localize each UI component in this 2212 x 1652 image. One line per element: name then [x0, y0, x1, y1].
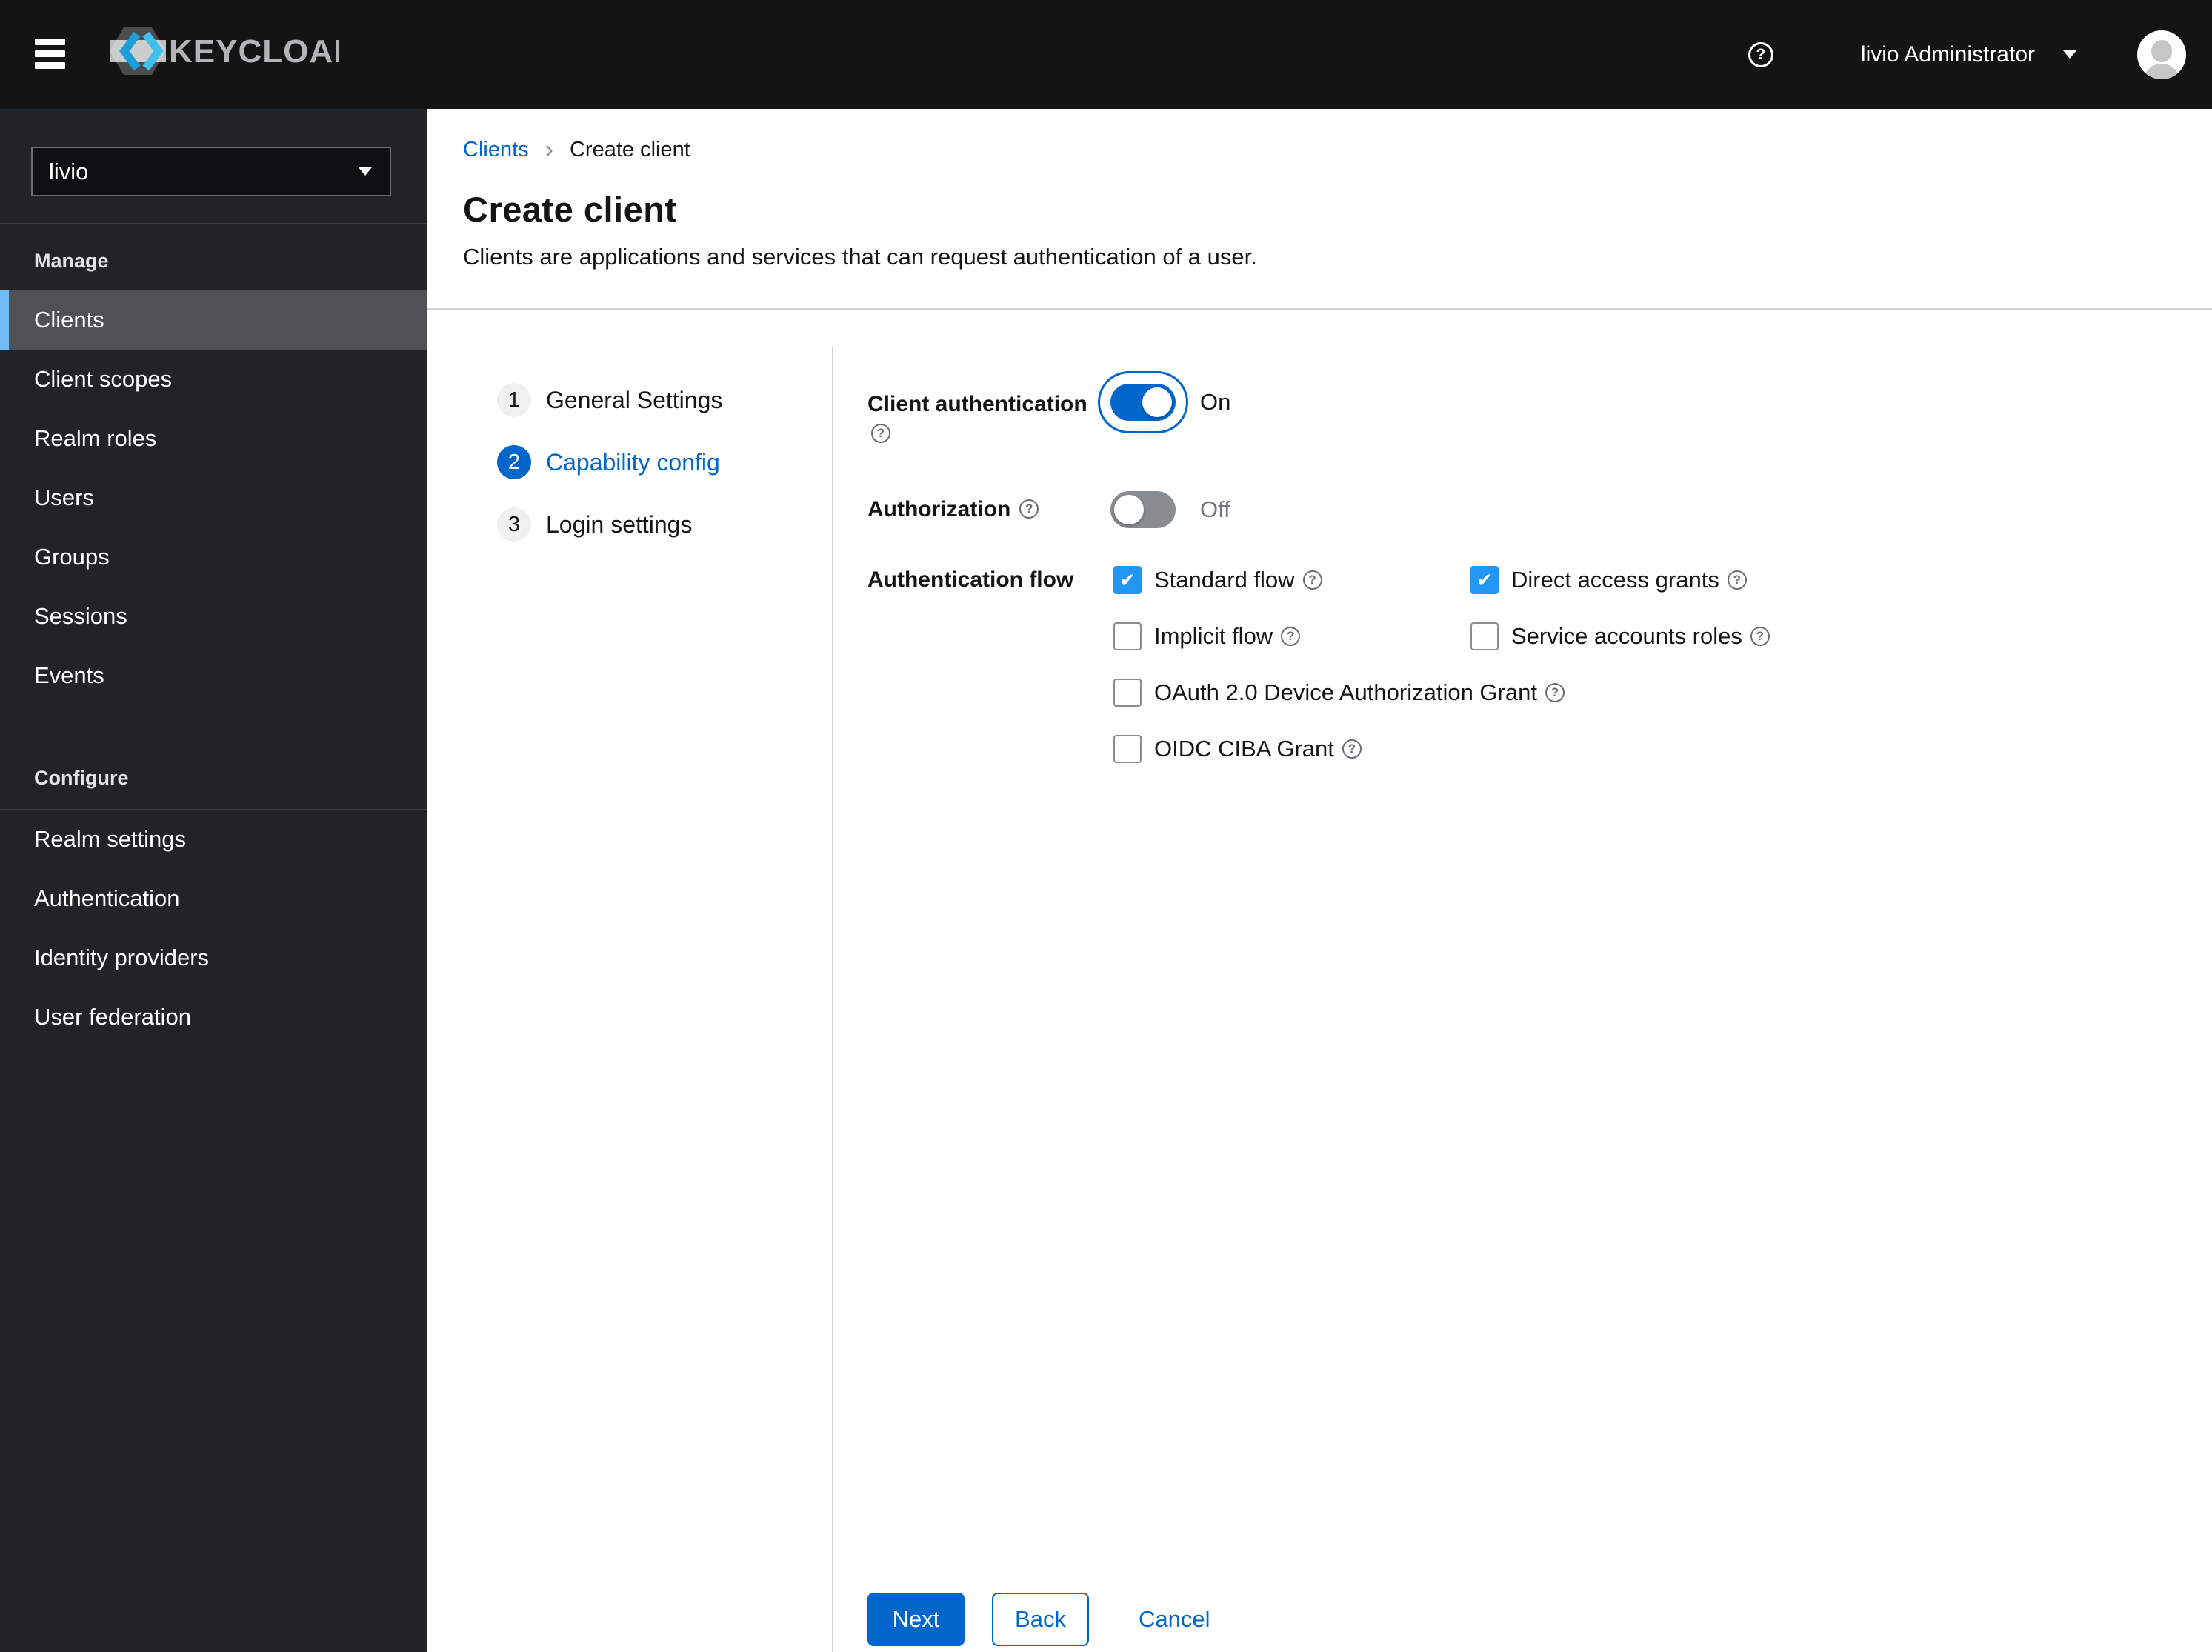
step-number: 2 — [497, 445, 531, 479]
sidebar-item-authentication[interactable]: Authentication — [0, 869, 427, 928]
authorization-label: Authorization? — [867, 496, 1039, 524]
hamburger-icon — [35, 39, 65, 45]
auth-flow-option: Implicit flow ? — [1113, 622, 1470, 650]
sidebar-item-client-scopes[interactable]: Client scopes — [0, 350, 427, 409]
masthead: KEYCLOAK ? livio Administrator — [0, 0, 2212, 109]
auth-flow-option: Service accounts roles ? — [1470, 622, 1930, 650]
direct-access-grants-help-icon[interactable]: ? — [1727, 570, 1747, 590]
logo-wordmark: KEYCLOAK — [169, 33, 339, 70]
realm-selector[interactable]: livio — [31, 147, 391, 196]
next-button[interactable]: Next — [867, 1593, 965, 1646]
header-divider — [427, 308, 2212, 310]
authorization-help-icon[interactable]: ? — [1019, 499, 1039, 519]
client-authentication-toggle[interactable] — [1098, 371, 1188, 433]
client-authentication-value: On — [1200, 389, 1231, 415]
sidebar-divider — [0, 223, 427, 224]
sidebar-item-realm-roles[interactable]: Realm roles — [0, 409, 427, 468]
configure-nav-list: Realm settings Authentication Identity p… — [0, 810, 427, 1047]
authorization-toggle[interactable] — [1110, 491, 1176, 528]
implicit-flow-help-icon[interactable]: ? — [1281, 627, 1301, 646]
sidebar-item-groups[interactable]: Groups — [0, 527, 427, 587]
nav-section-configure: Configure — [34, 767, 129, 789]
wizard-footer: Next Back Cancel — [867, 1593, 1210, 1646]
client-authentication-help-icon[interactable]: ? — [871, 424, 890, 443]
avatar[interactable] — [2137, 30, 2186, 79]
masthead-toolbar: ? livio Administrator — [1748, 0, 2212, 109]
wizard-steps: 1 General Settings 2 Capability config 3… — [497, 383, 722, 542]
chevron-right-icon: › — [544, 136, 553, 164]
wizard-nav-divider — [832, 347, 833, 1652]
auth-flow-option: OIDC CIBA Grant ? — [1113, 735, 1470, 763]
keycloak-logo: KEYCLOAK — [110, 27, 357, 75]
client-authentication-label: Client authentication — [867, 392, 1087, 416]
breadcrumb-clients-link[interactable]: Clients — [463, 138, 529, 162]
keycloak-admin-console: KEYCLOAK ? livio Administrator livio Man… — [0, 0, 2212, 1652]
breadcrumb-current: Create client — [569, 137, 690, 161]
oidc-ciba-grant-help-icon[interactable]: ? — [1342, 739, 1362, 759]
help-icon[interactable]: ? — [1748, 41, 1773, 67]
sidebar-item-sessions[interactable]: Sessions — [0, 587, 427, 646]
authentication-flow-options: ✔ Standard flow ? ✔ Direct access grants… — [1113, 566, 1930, 763]
user-name: livio Administrator — [1860, 41, 2035, 67]
manage-nav-list: Clients Client scopes Realm roles Users … — [0, 290, 427, 705]
oidc-ciba-grant-checkbox[interactable] — [1113, 735, 1142, 763]
chevron-down-icon — [359, 167, 372, 176]
nav-toggle-button[interactable] — [35, 39, 65, 69]
check-icon: ✔ — [1119, 569, 1136, 591]
oauth-device-grant-help-icon[interactable]: ? — [1545, 683, 1565, 702]
authorization-value: Off — [1200, 496, 1230, 522]
main-content: Clients › Create client Create client Cl… — [427, 109, 2212, 1652]
breadcrumb: Clients › Create client — [463, 137, 690, 162]
direct-access-grants-checkbox[interactable]: ✔ — [1470, 566, 1499, 594]
sidebar: livio Manage Clients Client scopes Realm… — [0, 109, 427, 1652]
sidebar-item-events[interactable]: Events — [0, 646, 427, 705]
chevron-down-icon — [2063, 50, 2076, 59]
implicit-flow-checkbox[interactable] — [1113, 622, 1142, 650]
toggle-knob — [1142, 387, 1172, 417]
authentication-flow-label: Authentication flow — [867, 567, 1074, 592]
back-button[interactable]: Back — [992, 1593, 1089, 1646]
auth-flow-option: OAuth 2.0 Device Authorization Grant ? — [1113, 679, 1565, 707]
standard-flow-checkbox[interactable]: ✔ — [1113, 566, 1142, 594]
sidebar-item-clients[interactable]: Clients — [0, 290, 427, 350]
toggle-knob — [1114, 495, 1144, 524]
page-title: Create client — [463, 190, 677, 229]
step-number: 1 — [497, 383, 531, 417]
auth-flow-option: ✔ Direct access grants ? — [1470, 566, 1930, 594]
page-subtitle: Clients are applications and services th… — [463, 244, 1257, 270]
cancel-button[interactable]: Cancel — [1139, 1606, 1210, 1633]
standard-flow-help-icon[interactable]: ? — [1302, 570, 1322, 590]
sidebar-item-users[interactable]: Users — [0, 468, 427, 527]
avatar-person-icon — [2151, 39, 2172, 62]
service-accounts-roles-checkbox[interactable] — [1470, 622, 1499, 650]
sidebar-item-identity-providers[interactable]: Identity providers — [0, 928, 427, 987]
check-icon: ✔ — [1476, 569, 1493, 591]
service-accounts-roles-help-icon[interactable]: ? — [1750, 627, 1770, 646]
sidebar-item-realm-settings[interactable]: Realm settings — [0, 810, 427, 869]
step-number: 3 — [497, 507, 531, 542]
oauth-device-grant-checkbox[interactable] — [1113, 679, 1142, 707]
nav-section-manage: Manage — [34, 250, 109, 272]
realm-selector-value: livio — [49, 158, 89, 184]
auth-flow-option: ✔ Standard flow ? — [1113, 566, 1470, 594]
step-general-settings[interactable]: 1 General Settings — [497, 383, 722, 417]
step-login-settings[interactable]: 3 Login settings — [497, 507, 722, 542]
sidebar-item-user-federation[interactable]: User federation — [0, 987, 427, 1047]
user-dropdown[interactable]: livio Administrator — [1861, 42, 2076, 67]
step-capability-config[interactable]: 2 Capability config — [497, 445, 722, 479]
